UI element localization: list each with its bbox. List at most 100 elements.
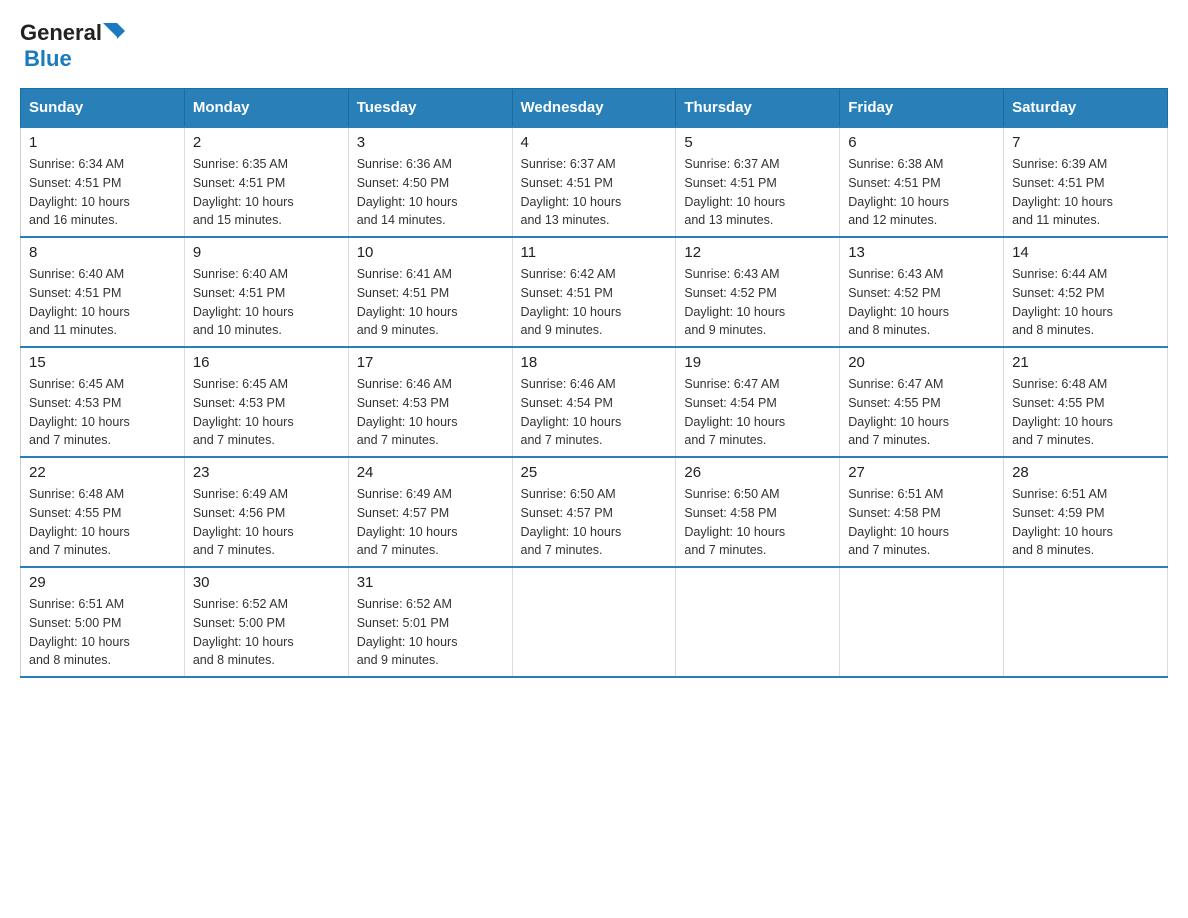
logo-arrow-icon — [103, 23, 125, 45]
day-info: Sunrise: 6:48 AM Sunset: 4:55 PM Dayligh… — [1012, 375, 1159, 450]
day-info: Sunrise: 6:50 AM Sunset: 4:58 PM Dayligh… — [684, 485, 831, 560]
day-info: Sunrise: 6:41 AM Sunset: 4:51 PM Dayligh… — [357, 265, 504, 340]
logo: General Blue — [20, 20, 125, 72]
day-number: 1 — [29, 134, 176, 151]
day-number: 18 — [521, 354, 668, 371]
day-cell: 29 Sunrise: 6:51 AM Sunset: 5:00 PM Dayl… — [21, 567, 185, 677]
day-number: 3 — [357, 134, 504, 151]
day-info: Sunrise: 6:38 AM Sunset: 4:51 PM Dayligh… — [848, 155, 995, 230]
day-cell: 4 Sunrise: 6:37 AM Sunset: 4:51 PM Dayli… — [512, 127, 676, 237]
day-info: Sunrise: 6:49 AM Sunset: 4:57 PM Dayligh… — [357, 485, 504, 560]
day-cell: 11 Sunrise: 6:42 AM Sunset: 4:51 PM Dayl… — [512, 237, 676, 347]
day-cell: 16 Sunrise: 6:45 AM Sunset: 4:53 PM Dayl… — [184, 347, 348, 457]
day-number: 26 — [684, 464, 831, 481]
day-info: Sunrise: 6:45 AM Sunset: 4:53 PM Dayligh… — [193, 375, 340, 450]
day-info: Sunrise: 6:52 AM Sunset: 5:01 PM Dayligh… — [357, 595, 504, 670]
day-number: 12 — [684, 244, 831, 261]
header-thursday: Thursday — [676, 89, 840, 128]
week-row-4: 22 Sunrise: 6:48 AM Sunset: 4:55 PM Dayl… — [21, 457, 1168, 567]
day-number: 5 — [684, 134, 831, 151]
day-number: 11 — [521, 244, 668, 261]
day-number: 7 — [1012, 134, 1159, 151]
day-info: Sunrise: 6:43 AM Sunset: 4:52 PM Dayligh… — [848, 265, 995, 340]
day-info: Sunrise: 6:47 AM Sunset: 4:55 PM Dayligh… — [848, 375, 995, 450]
header-monday: Monday — [184, 89, 348, 128]
day-cell: 24 Sunrise: 6:49 AM Sunset: 4:57 PM Dayl… — [348, 457, 512, 567]
day-info: Sunrise: 6:40 AM Sunset: 4:51 PM Dayligh… — [29, 265, 176, 340]
header-friday: Friday — [840, 89, 1004, 128]
day-cell: 15 Sunrise: 6:45 AM Sunset: 4:53 PM Dayl… — [21, 347, 185, 457]
day-info: Sunrise: 6:44 AM Sunset: 4:52 PM Dayligh… — [1012, 265, 1159, 340]
day-info: Sunrise: 6:46 AM Sunset: 4:54 PM Dayligh… — [521, 375, 668, 450]
day-cell: 21 Sunrise: 6:48 AM Sunset: 4:55 PM Dayl… — [1004, 347, 1168, 457]
day-cell: 30 Sunrise: 6:52 AM Sunset: 5:00 PM Dayl… — [184, 567, 348, 677]
day-cell: 8 Sunrise: 6:40 AM Sunset: 4:51 PM Dayli… — [21, 237, 185, 347]
calendar-table: SundayMondayTuesdayWednesdayThursdayFrid… — [20, 88, 1168, 678]
day-number: 30 — [193, 574, 340, 591]
day-info: Sunrise: 6:43 AM Sunset: 4:52 PM Dayligh… — [684, 265, 831, 340]
day-cell: 23 Sunrise: 6:49 AM Sunset: 4:56 PM Dayl… — [184, 457, 348, 567]
day-info: Sunrise: 6:47 AM Sunset: 4:54 PM Dayligh… — [684, 375, 831, 450]
day-cell: 3 Sunrise: 6:36 AM Sunset: 4:50 PM Dayli… — [348, 127, 512, 237]
day-cell: 13 Sunrise: 6:43 AM Sunset: 4:52 PM Dayl… — [840, 237, 1004, 347]
day-info: Sunrise: 6:51 AM Sunset: 4:58 PM Dayligh… — [848, 485, 995, 560]
day-info: Sunrise: 6:35 AM Sunset: 4:51 PM Dayligh… — [193, 155, 340, 230]
day-cell: 19 Sunrise: 6:47 AM Sunset: 4:54 PM Dayl… — [676, 347, 840, 457]
day-info: Sunrise: 6:40 AM Sunset: 4:51 PM Dayligh… — [193, 265, 340, 340]
day-number: 20 — [848, 354, 995, 371]
day-number: 22 — [29, 464, 176, 481]
day-cell: 14 Sunrise: 6:44 AM Sunset: 4:52 PM Dayl… — [1004, 237, 1168, 347]
header-tuesday: Tuesday — [348, 89, 512, 128]
day-number: 8 — [29, 244, 176, 261]
day-cell — [840, 567, 1004, 677]
day-number: 16 — [193, 354, 340, 371]
day-cell: 26 Sunrise: 6:50 AM Sunset: 4:58 PM Dayl… — [676, 457, 840, 567]
day-info: Sunrise: 6:34 AM Sunset: 4:51 PM Dayligh… — [29, 155, 176, 230]
day-number: 6 — [848, 134, 995, 151]
week-row-1: 1 Sunrise: 6:34 AM Sunset: 4:51 PM Dayli… — [21, 127, 1168, 237]
day-info: Sunrise: 6:36 AM Sunset: 4:50 PM Dayligh… — [357, 155, 504, 230]
calendar-header-row: SundayMondayTuesdayWednesdayThursdayFrid… — [21, 89, 1168, 128]
day-number: 2 — [193, 134, 340, 151]
day-cell: 31 Sunrise: 6:52 AM Sunset: 5:01 PM Dayl… — [348, 567, 512, 677]
day-number: 4 — [521, 134, 668, 151]
day-number: 24 — [357, 464, 504, 481]
day-cell: 27 Sunrise: 6:51 AM Sunset: 4:58 PM Dayl… — [840, 457, 1004, 567]
day-number: 15 — [29, 354, 176, 371]
day-cell: 20 Sunrise: 6:47 AM Sunset: 4:55 PM Dayl… — [840, 347, 1004, 457]
day-cell: 7 Sunrise: 6:39 AM Sunset: 4:51 PM Dayli… — [1004, 127, 1168, 237]
day-number: 21 — [1012, 354, 1159, 371]
day-cell — [676, 567, 840, 677]
day-cell: 12 Sunrise: 6:43 AM Sunset: 4:52 PM Dayl… — [676, 237, 840, 347]
day-info: Sunrise: 6:49 AM Sunset: 4:56 PM Dayligh… — [193, 485, 340, 560]
day-info: Sunrise: 6:37 AM Sunset: 4:51 PM Dayligh… — [684, 155, 831, 230]
day-cell: 25 Sunrise: 6:50 AM Sunset: 4:57 PM Dayl… — [512, 457, 676, 567]
page-header: General Blue — [20, 20, 1168, 72]
logo-blue-text: Blue — [24, 46, 72, 71]
week-row-2: 8 Sunrise: 6:40 AM Sunset: 4:51 PM Dayli… — [21, 237, 1168, 347]
day-number: 14 — [1012, 244, 1159, 261]
day-cell: 17 Sunrise: 6:46 AM Sunset: 4:53 PM Dayl… — [348, 347, 512, 457]
header-saturday: Saturday — [1004, 89, 1168, 128]
day-cell: 28 Sunrise: 6:51 AM Sunset: 4:59 PM Dayl… — [1004, 457, 1168, 567]
day-cell: 10 Sunrise: 6:41 AM Sunset: 4:51 PM Dayl… — [348, 237, 512, 347]
day-cell: 18 Sunrise: 6:46 AM Sunset: 4:54 PM Dayl… — [512, 347, 676, 457]
day-info: Sunrise: 6:51 AM Sunset: 4:59 PM Dayligh… — [1012, 485, 1159, 560]
day-cell: 5 Sunrise: 6:37 AM Sunset: 4:51 PM Dayli… — [676, 127, 840, 237]
day-number: 9 — [193, 244, 340, 261]
day-info: Sunrise: 6:46 AM Sunset: 4:53 PM Dayligh… — [357, 375, 504, 450]
header-sunday: Sunday — [21, 89, 185, 128]
day-info: Sunrise: 6:50 AM Sunset: 4:57 PM Dayligh… — [521, 485, 668, 560]
header-wednesday: Wednesday — [512, 89, 676, 128]
day-cell: 2 Sunrise: 6:35 AM Sunset: 4:51 PM Dayli… — [184, 127, 348, 237]
week-row-3: 15 Sunrise: 6:45 AM Sunset: 4:53 PM Dayl… — [21, 347, 1168, 457]
day-number: 13 — [848, 244, 995, 261]
day-number: 23 — [193, 464, 340, 481]
day-cell: 1 Sunrise: 6:34 AM Sunset: 4:51 PM Dayli… — [21, 127, 185, 237]
day-number: 25 — [521, 464, 668, 481]
day-info: Sunrise: 6:42 AM Sunset: 4:51 PM Dayligh… — [521, 265, 668, 340]
day-cell: 9 Sunrise: 6:40 AM Sunset: 4:51 PM Dayli… — [184, 237, 348, 347]
logo-general-text: General — [20, 20, 102, 46]
day-info: Sunrise: 6:39 AM Sunset: 4:51 PM Dayligh… — [1012, 155, 1159, 230]
day-cell: 22 Sunrise: 6:48 AM Sunset: 4:55 PM Dayl… — [21, 457, 185, 567]
